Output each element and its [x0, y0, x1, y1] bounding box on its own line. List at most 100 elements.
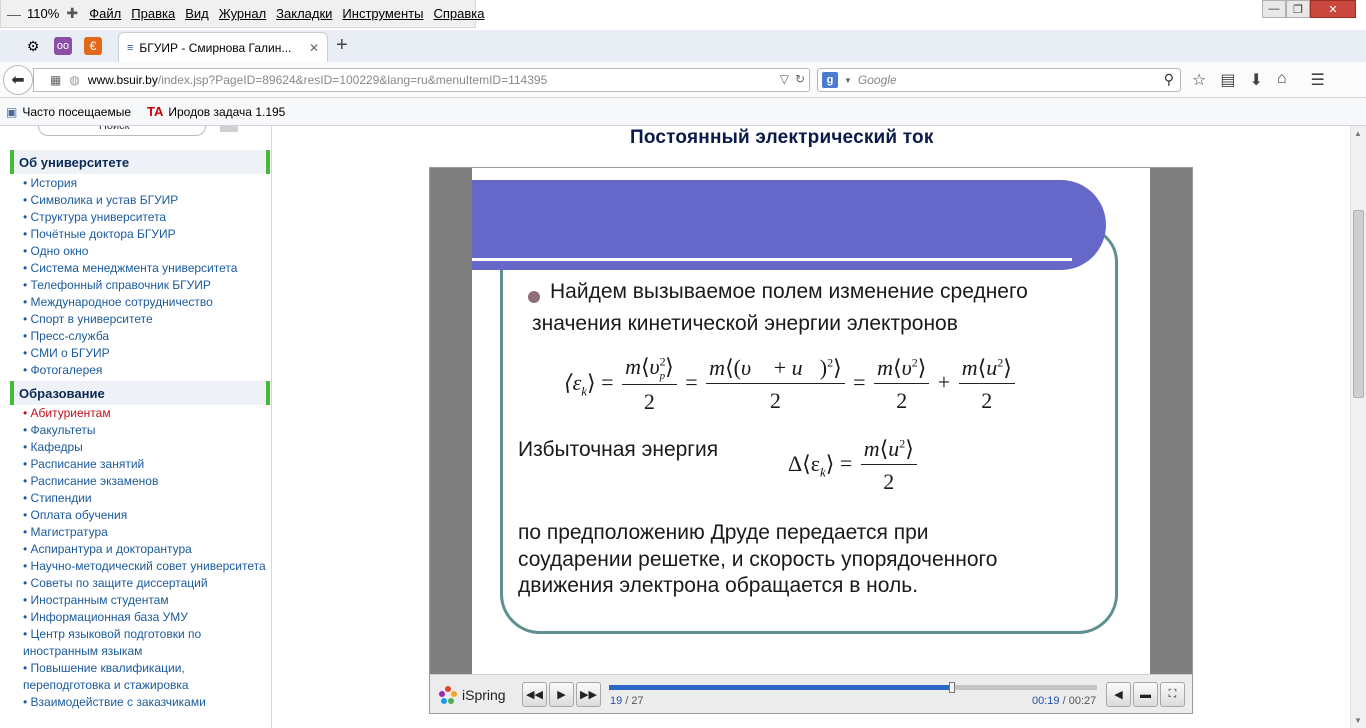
- url-bar[interactable]: ▦ ◍ www.bsuir.by/index.jsp?PageID=89624&…: [33, 68, 810, 92]
- tab-title: БГУИР - Смирнова Галин...: [139, 40, 292, 55]
- scroll-down-icon[interactable]: ▼: [1354, 716, 1362, 725]
- engine-dropdown-icon[interactable]: ▼: [844, 76, 852, 85]
- sidebar-item[interactable]: • Система менеджмента университета: [23, 260, 268, 277]
- new-tab-button[interactable]: +: [336, 34, 348, 57]
- reload-icon[interactable]: ↻: [795, 72, 805, 86]
- sidebar-item[interactable]: • Абитуриентам: [23, 405, 268, 422]
- bullet-icon: •: [23, 261, 31, 275]
- back-button[interactable]: ⬅: [3, 65, 33, 95]
- home-icon[interactable]: ⌂: [1277, 70, 1287, 90]
- sidebar-item[interactable]: • СМИ о БГУИР: [23, 345, 268, 362]
- bookmark-star-icon[interactable]: ☆: [1192, 70, 1206, 90]
- close-tab-icon[interactable]: ✕: [309, 41, 319, 55]
- bullet-line-1: Найдем вызываемое полем изменение средне…: [550, 280, 1028, 303]
- close-window-button[interactable]: ✕: [1310, 0, 1356, 18]
- zoom-in-button[interactable]: ✚: [65, 5, 79, 22]
- sidebar-item[interactable]: • Расписание экзаменов: [23, 473, 268, 490]
- slide: Найдем вызываемое полем изменение средне…: [472, 168, 1150, 674]
- bookmark-irodov[interactable]: TA Иродов задача 1.195: [147, 104, 285, 119]
- next-slide-button[interactable]: ▶▶: [576, 682, 601, 707]
- layout-toggle-icon[interactable]: ▬: [1133, 682, 1158, 707]
- sidebar-item[interactable]: • Спорт в университете: [23, 311, 268, 328]
- sidebar-item[interactable]: • Одно окно: [23, 243, 268, 260]
- sidebar-item[interactable]: • Повышение квалификации, переподготовка…: [23, 660, 268, 694]
- tab-bsuir[interactable]: ≡ БГУИР - Смирнова Галин... ✕: [118, 32, 328, 62]
- previous-slide-button[interactable]: ◀◀: [522, 682, 547, 707]
- sidebar-item[interactable]: • Почётные доктора БГУИР: [23, 226, 268, 243]
- fullscreen-icon[interactable]: ⛶: [1160, 682, 1185, 707]
- bookmark-most-visited[interactable]: ▣ Часто посещаемые: [6, 105, 131, 119]
- google-engine-icon[interactable]: g: [822, 72, 838, 88]
- section-education-title[interactable]: Образование: [10, 381, 270, 405]
- dropdown-arrow-icon[interactable]: ▽: [780, 72, 789, 86]
- sidebar-item[interactable]: • Телефонный справочник БГУИР: [23, 277, 268, 294]
- scrollbar-thumb[interactable]: [1353, 210, 1364, 398]
- search-icon[interactable]: ⚲: [1164, 71, 1174, 88]
- formula-kinetic-energy: ⟨εk⟩ = m⟨υ2p⟩ 2 = m⟨(υ⃗ + u⃗)2⟩ 2 = m⟨υ2⟩ 2…: [564, 354, 1018, 415]
- paragraph-line-2: соударении решетке, и скорость упорядоче…: [518, 548, 998, 571]
- bullet-icon: •: [23, 525, 31, 539]
- sidebar-item[interactable]: • Оплата обучения: [23, 507, 268, 524]
- sidebar-item[interactable]: • Советы по защите диссертаций: [23, 575, 268, 592]
- progress-thumb[interactable]: [949, 682, 956, 693]
- menu-item-3[interactable]: Журнал: [219, 6, 266, 21]
- maximize-button[interactable]: ❐: [1286, 0, 1310, 18]
- sidebar-item[interactable]: • Центр языковой подготовки по иностранн…: [23, 626, 268, 660]
- total-slides-number: 27: [631, 695, 644, 707]
- sidebar-item[interactable]: • История: [23, 175, 268, 192]
- sidebar-item-label: Взаимодействие с заказчиками: [30, 695, 206, 709]
- page-scrollbar[interactable]: ▲ ▼: [1350, 126, 1366, 728]
- bullet-icon: •: [23, 542, 31, 556]
- sidebar-item[interactable]: • Структура университета: [23, 209, 268, 226]
- sidebar-item[interactable]: • Символика и устав БГУИР: [23, 192, 268, 209]
- scroll-up-icon[interactable]: ▲: [1354, 129, 1362, 138]
- search-input[interactable]: Google: [858, 73, 897, 87]
- sidebar-item-label: Аспирантура и докторантура: [30, 542, 192, 556]
- sidebar-item[interactable]: • Международное сотрудничество: [23, 294, 268, 311]
- sidebar-item[interactable]: • Взаимодействие с заказчиками: [23, 694, 268, 711]
- menu-item-6[interactable]: Справка: [433, 6, 484, 21]
- sidebar-item-label: Научно-методический совет университета: [30, 559, 266, 573]
- sidebar-item[interactable]: • Расписание занятий: [23, 456, 268, 473]
- ispring-logo[interactable]: iSpring: [438, 685, 506, 705]
- progress-track[interactable]: [609, 682, 1097, 693]
- sidebar-item[interactable]: • Кафедры: [23, 439, 268, 456]
- formula-excess-energy: Δ⟨εk⟩ = m⟨u2⟩ 2: [788, 436, 920, 495]
- page-grid-icon[interactable]: ▦: [50, 73, 61, 87]
- zoom-level[interactable]: 110%: [27, 6, 59, 21]
- sidebar-item-label: Иностранным студентам: [30, 593, 169, 607]
- sidebar-item[interactable]: • Стипендии: [23, 490, 268, 507]
- sidebar-item[interactable]: • Научно-методический совет университета: [23, 558, 268, 575]
- menu-item-0[interactable]: Файл: [89, 6, 121, 21]
- sidebar-item-label: Кафедры: [30, 440, 83, 454]
- sidebar-item[interactable]: • Аспирантура и докторантура: [23, 541, 268, 558]
- section-about-title[interactable]: Об университете: [10, 150, 270, 174]
- bullet-icon: •: [23, 363, 31, 377]
- download-icon[interactable]: ⬇: [1249, 70, 1262, 90]
- sidebar-item[interactable]: • Иностранным студентам: [23, 592, 268, 609]
- settings-gear-icon[interactable]: ⚙: [22, 35, 44, 57]
- menu-item-4[interactable]: Закладки: [276, 6, 332, 21]
- minimize-button[interactable]: —: [1262, 0, 1286, 18]
- sidebar-item[interactable]: • Информационная база УМУ: [23, 609, 268, 626]
- pinned-tab-euro-icon[interactable]: €: [84, 37, 102, 55]
- sidebar-item-label: Почётные доктора БГУИР: [30, 227, 176, 241]
- sidebar-item[interactable]: • Фотогалерея: [23, 362, 268, 379]
- zoom-out-button[interactable]: —: [7, 6, 21, 22]
- volume-icon[interactable]: ◀: [1106, 682, 1131, 707]
- menu-item-2[interactable]: Вид: [185, 6, 209, 21]
- play-button[interactable]: ▶: [549, 682, 574, 707]
- pinned-tab-app-icon[interactable]: oo: [54, 37, 72, 55]
- sidebar-item-label: Одно окно: [30, 244, 89, 258]
- site-search-input[interactable]: Поиск: [38, 126, 206, 136]
- sidebar-item[interactable]: • Магистратура: [23, 524, 268, 541]
- sidebar-item[interactable]: • Пресс-служба: [23, 328, 268, 345]
- search-bar[interactable]: g ▼ Google ⚲: [817, 68, 1181, 92]
- reading-list-icon[interactable]: ▤: [1220, 70, 1235, 90]
- hamburger-menu-icon[interactable]: ☰: [1311, 70, 1325, 90]
- site-search-button[interactable]: [220, 126, 238, 132]
- sidebar-item[interactable]: • Факультеты: [23, 422, 268, 439]
- menu-item-5[interactable]: Инструменты: [342, 6, 423, 21]
- bookmark-label: Часто посещаемые: [22, 104, 131, 119]
- menu-item-1[interactable]: Правка: [131, 6, 175, 21]
